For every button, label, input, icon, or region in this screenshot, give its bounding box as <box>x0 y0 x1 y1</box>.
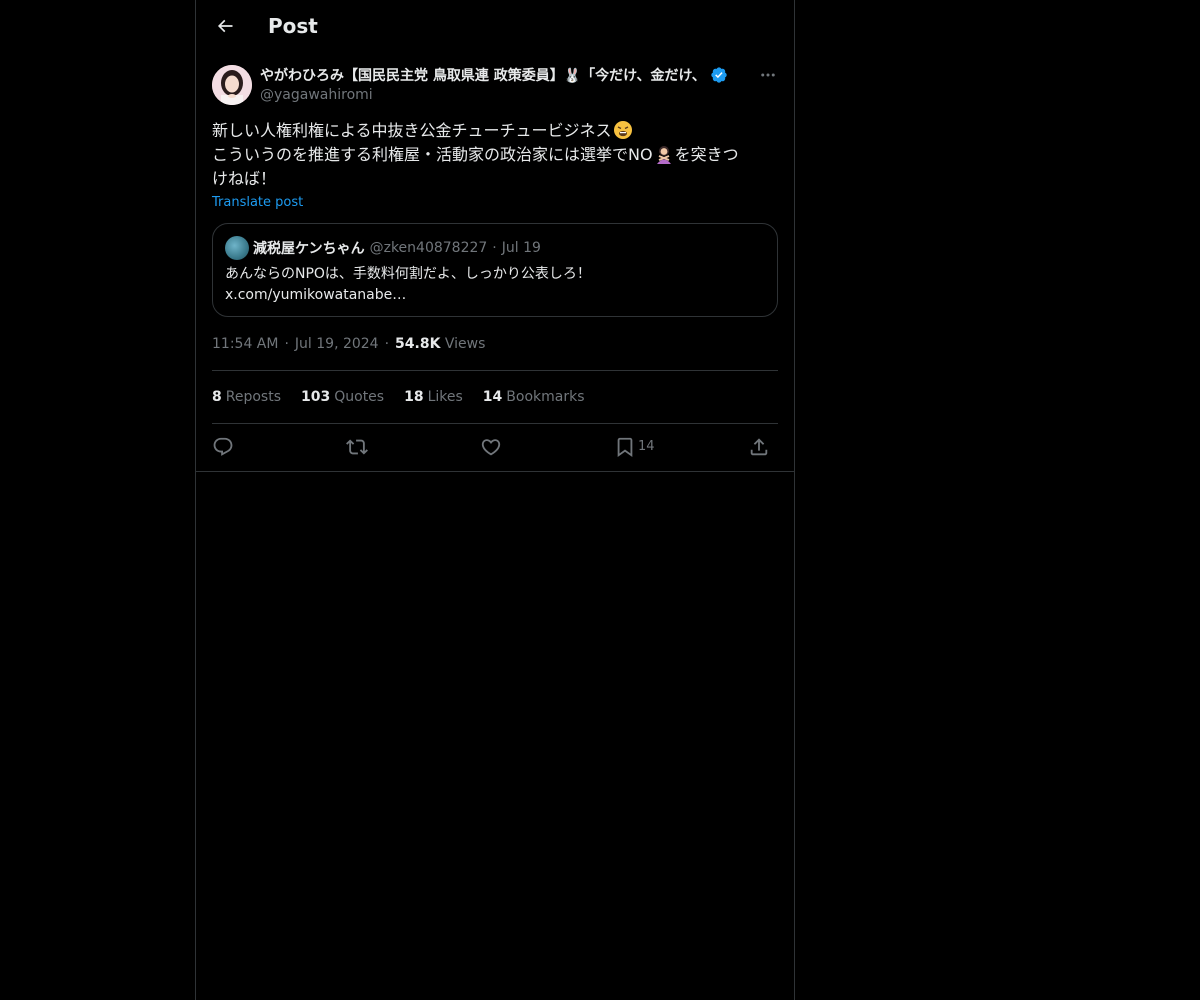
views-label: Views <box>444 336 486 352</box>
bookmark-count: 14 <box>638 439 655 454</box>
likes-label: Likes <box>427 389 463 405</box>
quoted-post-text: あんならのNPOは、手数料何割だよ、しっかり公表しろ！ x.com/yumiko… <box>225 264 765 306</box>
reposts-count: 8 <box>212 389 222 405</box>
main-column: Post やがわひろみ【国民民主党 鳥取県連 政策委員】🐰「今だけ、金だけ、 @… <box>195 0 795 1000</box>
share-button[interactable] <box>748 434 770 460</box>
post-date[interactable]: Jul 19, 2024 <box>295 336 379 352</box>
quoted-author-avatar[interactable] <box>225 236 249 260</box>
weary-face-icon <box>613 121 632 139</box>
bookmarks-count: 14 <box>482 389 503 405</box>
bookmark-button[interactable]: 14 <box>614 434 655 460</box>
repost-icon <box>346 439 368 455</box>
post-text-line-2: こういうのを推進する利権屋・活動家の政治家には選挙でNO を突きつ <box>212 145 739 164</box>
reply-icon <box>213 437 233 456</box>
reposts-stat[interactable]: 8 Reposts <box>212 387 281 407</box>
author-display-name[interactable]: やがわひろみ【国民民主党 鳥取県連 政策委員】🐰「今だけ、金だけ、 <box>260 65 706 85</box>
translate-post-link[interactable]: Translate post <box>212 194 303 212</box>
divider <box>212 423 778 424</box>
post-text-line-3: けねば！ <box>212 169 277 188</box>
quotes-label: Quotes <box>334 389 385 405</box>
heart-icon <box>481 439 501 456</box>
bookmarks-label: Bookmarks <box>506 389 585 405</box>
top-bar: Post <box>196 0 794 53</box>
separator-dot: · <box>492 240 497 256</box>
like-button[interactable] <box>480 434 502 460</box>
more-options-button[interactable] <box>758 66 778 84</box>
quoted-post-header: 減税屋ケンちゃん @zken40878227 · Jul 19 <box>253 238 541 258</box>
back-button[interactable] <box>208 9 242 43</box>
post-meta: 11:54 AM · Jul 19, 2024 · 54.8K Views <box>212 334 485 354</box>
post-bottom-border <box>196 471 794 472</box>
arrow-left-icon <box>217 19 233 33</box>
repost-button[interactable] <box>346 434 368 460</box>
likes-stat[interactable]: 18 Likes <box>404 387 463 407</box>
post-text-line-1: 新しい人権利権による中抜き公金チューチュービジネス <box>212 119 778 143</box>
person-gesturing-no-icon <box>656 146 671 164</box>
avatar[interactable] <box>212 65 252 105</box>
divider <box>212 370 778 371</box>
avatar-photo <box>212 65 252 105</box>
reply-button[interactable] <box>212 434 234 460</box>
action-bar: 14 <box>212 434 778 460</box>
verified-badge-icon[interactable] <box>710 66 728 84</box>
post-text: 新しい人権利権による中抜き公金チューチュービジネス こういうのを推進する利権屋・… <box>212 119 778 191</box>
quoted-post-text-line-1: あんならのNPOは、手数料何割だよ、しっかり公表しろ！ <box>225 266 591 282</box>
quotes-count: 103 <box>301 389 331 405</box>
quoted-post-link[interactable]: x.com/yumikowatanabe… <box>225 285 765 306</box>
author-row: やがわひろみ【国民民主党 鳥取県連 政策委員】🐰「今だけ、金だけ、 @yagaw… <box>212 64 778 108</box>
views-count: 54.8K <box>395 336 441 352</box>
reposts-label: Reposts <box>225 389 281 405</box>
likes-count: 18 <box>404 389 424 405</box>
share-icon <box>750 438 768 456</box>
quotes-stat[interactable]: 103 Quotes <box>301 387 384 407</box>
quoted-post-card[interactable]: 減税屋ケンちゃん @zken40878227 · Jul 19 あんならのNPO… <box>212 223 778 317</box>
author-name-line: やがわひろみ【国民民主党 鳥取県連 政策委員】🐰「今だけ、金だけ、 <box>260 65 770 85</box>
quoted-author-name[interactable]: 減税屋ケンちゃん <box>253 238 365 258</box>
quoted-author-handle[interactable]: @zken40878227 <box>370 240 488 256</box>
quoted-post-date[interactable]: Jul 19 <box>502 240 541 256</box>
more-icon <box>761 73 775 77</box>
bookmarks-stat[interactable]: 14 Bookmarks <box>483 387 585 407</box>
post-time[interactable]: 11:54 AM <box>212 336 278 352</box>
separator-dot: · <box>284 336 289 352</box>
page-title: Post <box>268 14 318 38</box>
post-stats: 8 Reposts 103 Quotes 18 Likes 14 Bookmarks <box>212 387 605 407</box>
author-handle[interactable]: @yagawahiromi <box>260 86 373 104</box>
separator-dot: · <box>384 336 390 352</box>
bookmark-icon <box>617 437 633 458</box>
